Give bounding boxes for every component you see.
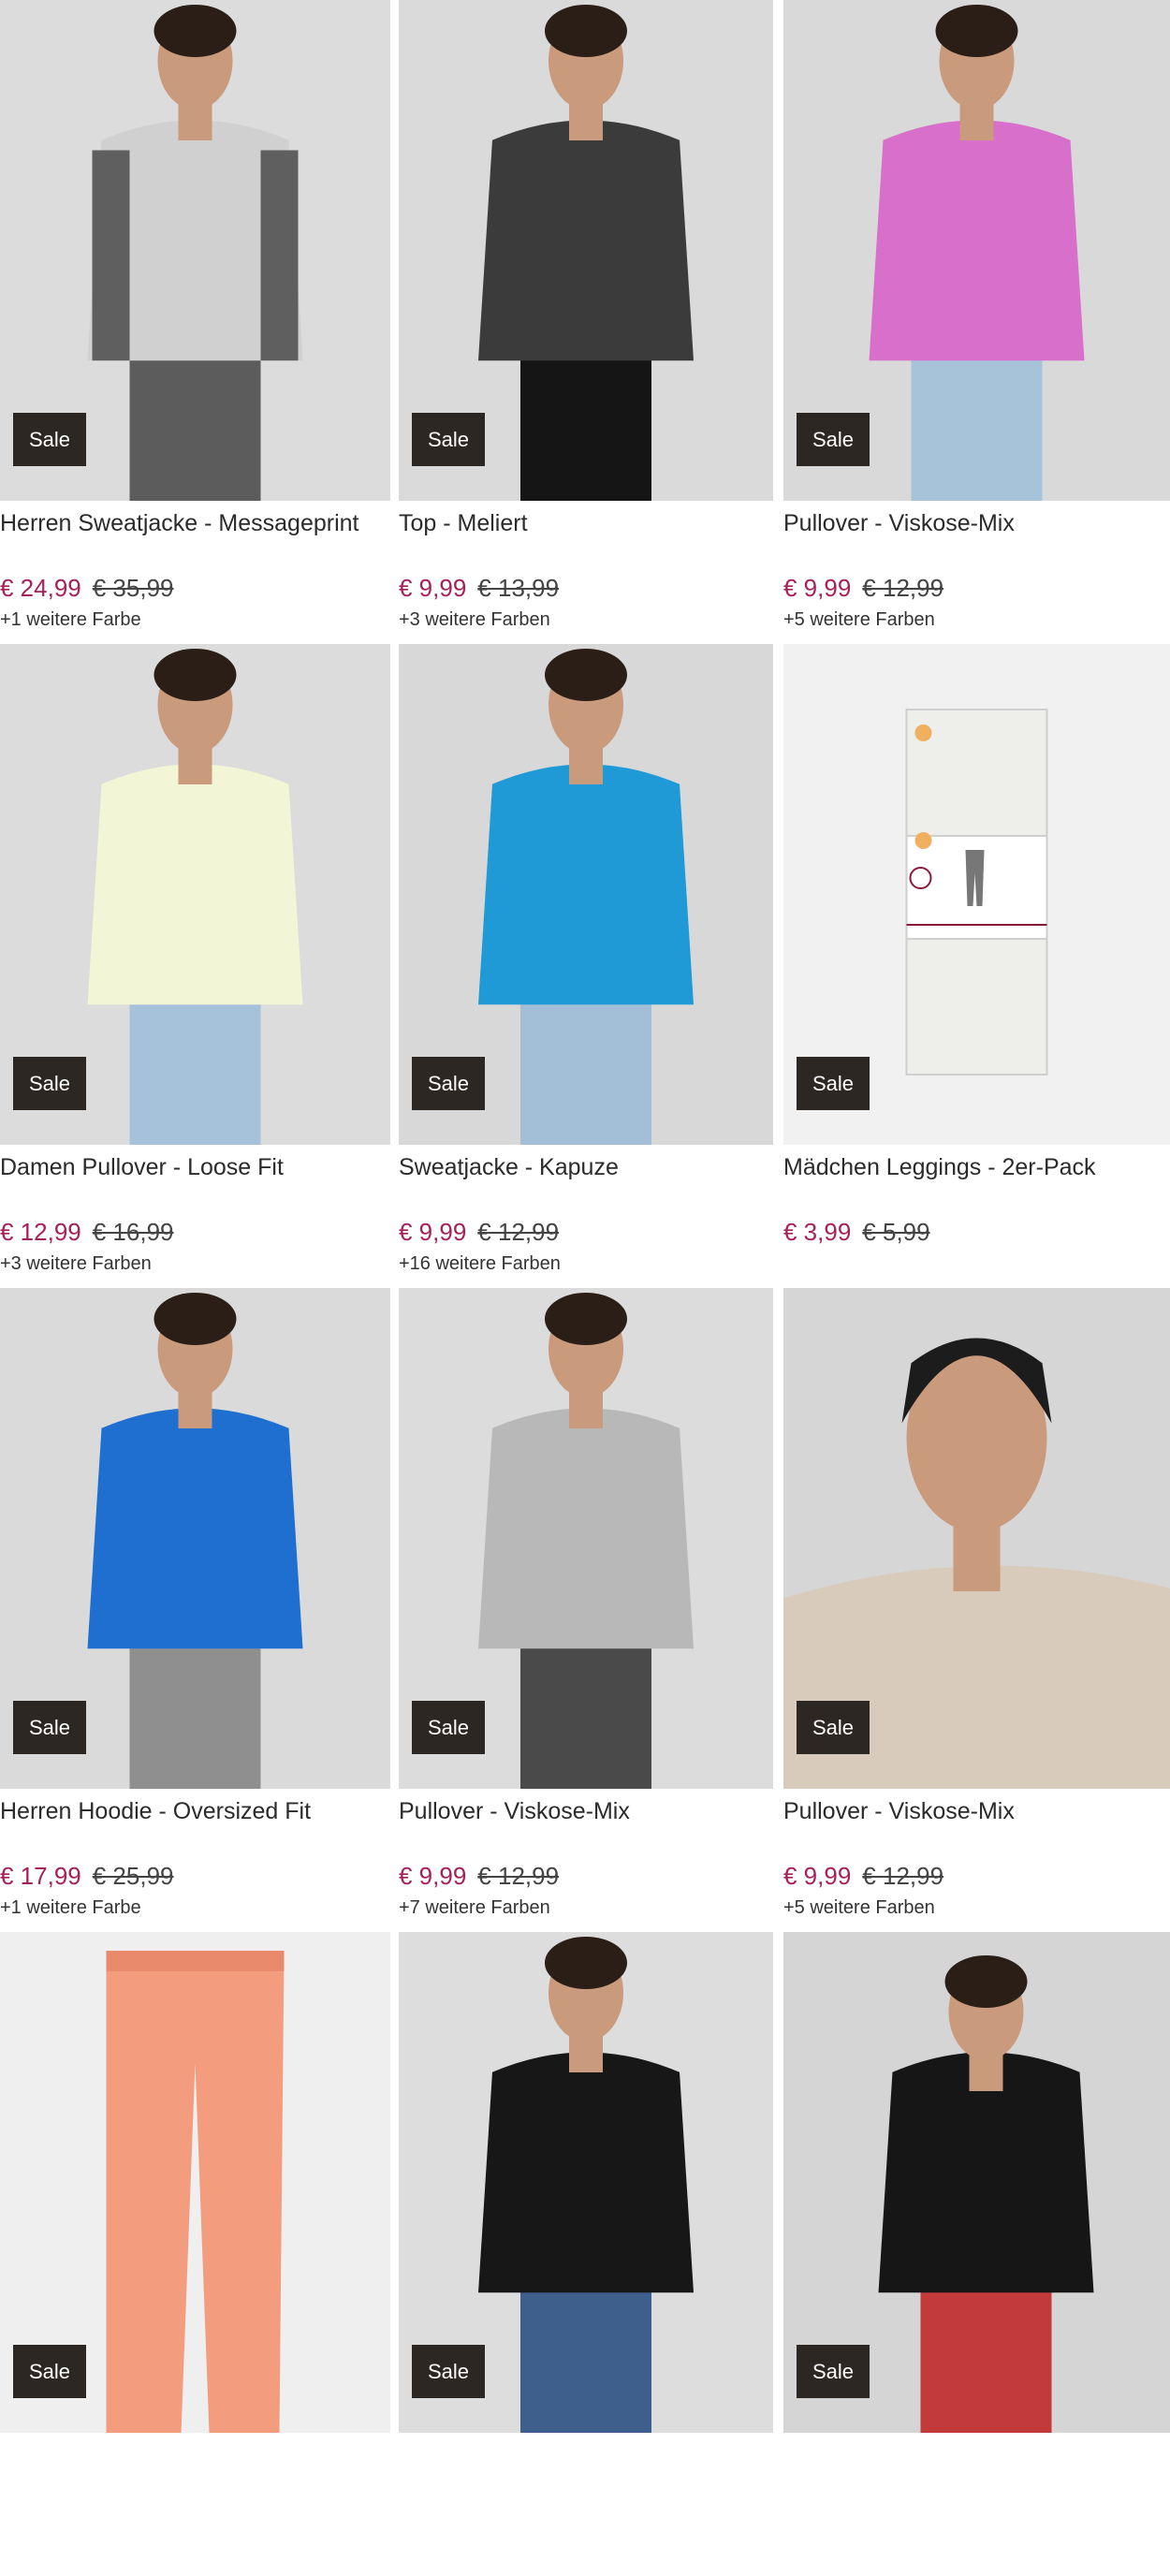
product-card[interactable]: Sale xyxy=(782,1932,1170,2576)
product-image[interactable]: Sale xyxy=(783,0,1170,501)
sale-price: € 12,99 xyxy=(0,1218,81,1246)
sale-badge: Sale xyxy=(13,1701,86,1754)
product-image[interactable]: Sale xyxy=(399,1288,773,1789)
sale-price: € 3,99 xyxy=(783,1218,852,1246)
product-title[interactable]: Pullover - Viskose-Mix xyxy=(783,507,1170,539)
sale-price: € 9,99 xyxy=(783,1862,852,1890)
original-price: € 35,99 xyxy=(92,574,174,602)
product-card[interactable]: Sale xyxy=(390,1932,782,2576)
sale-badge: Sale xyxy=(797,1701,870,1754)
more-colors-link[interactable]: +3 weitere Farben xyxy=(0,1252,390,1275)
more-colors-link[interactable]: +1 weitere Farbe xyxy=(0,1896,390,1919)
product-image[interactable]: Sale xyxy=(783,1288,1170,1789)
sale-badge: Sale xyxy=(412,1057,485,1110)
product-grid: Sale Herren Sweatjacke - Messageprint € 24… xyxy=(0,0,1170,2576)
price-row: € 3,99 € 5,99 xyxy=(783,1217,1170,1247)
product-info: Herren Hoodie - Oversized Fit € 17,99 € 25… xyxy=(0,1795,390,1919)
product-image[interactable]: Sale xyxy=(0,0,390,501)
product-title[interactable]: Top - Meliert xyxy=(399,507,790,539)
product-card[interactable]: Sale Sweatjacke - Kapuze € 9,99 € 12,99 +16 … xyxy=(390,644,782,1288)
sale-badge: Sale xyxy=(13,2345,86,2398)
more-colors-link[interactable]: +1 weitere Farbe xyxy=(0,608,390,631)
price-row xyxy=(399,2473,790,2503)
product-info: Damen Pullover - Loose Fit € 12,99 € 16,99… xyxy=(0,1151,390,1275)
product-image[interactable]: Sale xyxy=(399,644,773,1145)
product-info xyxy=(399,2439,790,2509)
more-colors-link[interactable]: +3 weitere Farben xyxy=(399,608,790,631)
sale-price: € 9,99 xyxy=(399,574,467,602)
sale-badge: Sale xyxy=(412,1701,485,1754)
price-row: € 9,99 € 12,99 xyxy=(399,1217,790,1247)
product-info xyxy=(783,2439,1170,2509)
original-price: € 12,99 xyxy=(862,1862,944,1890)
original-price: € 16,99 xyxy=(92,1218,174,1246)
product-image[interactable]: Sale xyxy=(399,0,773,501)
product-card[interactable]: Sale xyxy=(0,1932,390,2576)
product-title[interactable]: Herren Hoodie - Oversized Fit xyxy=(0,1795,390,1827)
product-info: Top - Meliert € 9,99 € 13,99 +3 weitere Far… xyxy=(399,507,790,631)
product-image[interactable]: Sale xyxy=(0,1932,390,2433)
product-title[interactable]: Pullover - Viskose-Mix xyxy=(783,1795,1170,1827)
sale-price: € 24,99 xyxy=(0,574,81,602)
product-info: Pullover - Viskose-Mix € 9,99 € 12,99 +5 we… xyxy=(783,507,1170,631)
sale-price: € 9,99 xyxy=(399,1218,467,1246)
price-row: € 9,99 € 12,99 xyxy=(783,573,1170,603)
product-title[interactable]: Sweatjacke - Kapuze xyxy=(399,1151,790,1183)
more-colors-link[interactable]: +16 weitere Farben xyxy=(399,1252,790,1275)
original-price: € 12,99 xyxy=(477,1218,560,1246)
price-row: € 24,99 € 35,99 xyxy=(0,573,390,603)
price-row: € 12,99 € 16,99 xyxy=(0,1217,390,1247)
product-image[interactable]: Sale xyxy=(783,644,1170,1145)
price-row xyxy=(783,2473,1170,2503)
sale-badge: Sale xyxy=(797,413,870,466)
price-row: € 9,99 € 12,99 xyxy=(783,1861,1170,1891)
price-row: € 9,99 € 13,99 xyxy=(399,573,790,603)
product-info: Mädchen Leggings - 2er-Pack € 3,99 € 5,99 xyxy=(783,1151,1170,1252)
original-price: € 5,99 xyxy=(862,1218,930,1246)
sale-badge: Sale xyxy=(412,2345,485,2398)
product-card[interactable]: Sale Damen Pullover - Loose Fit € 12,99 € 1… xyxy=(0,644,390,1288)
product-info: Herren Sweatjacke - Messageprint € 24,99 €… xyxy=(0,507,390,631)
product-card[interactable]: Sale Top - Meliert € 9,99 € 13,99 +3 weitere… xyxy=(390,0,782,644)
product-image[interactable]: Sale xyxy=(0,644,390,1145)
product-card[interactable]: Sale Herren Hoodie - Oversized Fit € 17,99… xyxy=(0,1288,390,1932)
sale-badge: Sale xyxy=(797,2345,870,2398)
sale-price: € 17,99 xyxy=(0,1862,81,1890)
product-card[interactable]: Sale Mädchen Leggings - 2er-Pack € 3,99 € 5… xyxy=(782,644,1170,1288)
original-price: € 25,99 xyxy=(92,1862,174,1890)
product-card[interactable]: Sale Pullover - Viskose-Mix € 9,99 € 12,99 +… xyxy=(782,0,1170,644)
price-row xyxy=(0,2473,390,2503)
product-title[interactable]: Mädchen Leggings - 2er-Pack xyxy=(783,1151,1170,1183)
product-card[interactable]: Sale Herren Sweatjacke - Messageprint € 24… xyxy=(0,0,390,644)
sale-price: € 9,99 xyxy=(783,574,852,602)
product-card[interactable]: Sale Pullover - Viskose-Mix € 9,99 € 12,99 +… xyxy=(390,1288,782,1932)
original-price: € 12,99 xyxy=(862,574,944,602)
product-image[interactable]: Sale xyxy=(399,1932,773,2433)
sale-badge: Sale xyxy=(13,413,86,466)
more-colors-link[interactable]: +5 weitere Farben xyxy=(783,608,1170,631)
more-colors-link[interactable]: +5 weitere Farben xyxy=(783,1896,1170,1919)
product-image[interactable]: Sale xyxy=(0,1288,390,1789)
original-price: € 12,99 xyxy=(477,1862,560,1890)
sale-badge: Sale xyxy=(13,1057,86,1110)
original-price: € 13,99 xyxy=(477,574,560,602)
product-title[interactable]: Pullover - Viskose-Mix xyxy=(399,1795,790,1827)
product-info xyxy=(0,2439,390,2509)
product-info: Pullover - Viskose-Mix € 9,99 € 12,99 +7 we… xyxy=(399,1795,790,1919)
product-info: Sweatjacke - Kapuze € 9,99 € 12,99 +16 weit… xyxy=(399,1151,790,1275)
price-row: € 17,99 € 25,99 xyxy=(0,1861,390,1891)
sale-price: € 9,99 xyxy=(399,1862,467,1890)
product-title[interactable]: Herren Sweatjacke - Messageprint xyxy=(0,507,390,539)
more-colors-link[interactable]: +7 weitere Farben xyxy=(399,1896,790,1919)
product-info: Pullover - Viskose-Mix € 9,99 € 12,99 +5 we… xyxy=(783,1795,1170,1919)
product-title[interactable]: Damen Pullover - Loose Fit xyxy=(0,1151,390,1183)
product-card[interactable]: Sale Pullover - Viskose-Mix € 9,99 € 12,99 +… xyxy=(782,1288,1170,1932)
sale-badge: Sale xyxy=(412,413,485,466)
product-image[interactable]: Sale xyxy=(783,1932,1170,2433)
sale-badge: Sale xyxy=(797,1057,870,1110)
price-row: € 9,99 € 12,99 xyxy=(399,1861,790,1891)
